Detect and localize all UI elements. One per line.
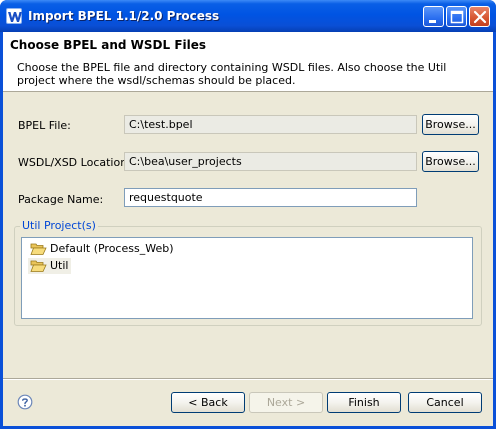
bpel-file-field[interactable]: C:\test.bpel [124, 115, 417, 134]
list-item[interactable]: Util [28, 258, 72, 274]
help-icon[interactable] [17, 394, 33, 410]
list-item-label: Util [50, 259, 69, 272]
back-button[interactable]: < Back [171, 392, 245, 413]
finish-button[interactable]: Finish [327, 392, 401, 413]
next-button[interactable]: Next > [249, 392, 323, 413]
folder-open-icon [30, 243, 47, 255]
bpel-browse-button[interactable]: Browse... [422, 114, 479, 135]
package-name-label: Package Name: [18, 193, 104, 206]
maximize-button[interactable] [446, 6, 467, 27]
cancel-button[interactable]: Cancel [408, 392, 482, 413]
maximize-icon [450, 10, 464, 24]
list-item[interactable]: Default (Process_Web) [28, 241, 176, 257]
util-projects-label: Util Project(s) [20, 219, 98, 232]
list-item-label: Default (Process_Web) [50, 242, 174, 255]
wsdl-browse-button[interactable]: Browse... [422, 151, 479, 172]
close-icon [473, 10, 487, 24]
folder-open-icon [30, 260, 47, 272]
close-button[interactable] [469, 6, 490, 27]
bpel-file-label: BPEL File: [18, 119, 71, 132]
util-projects-list[interactable]: Default (Process_Web) Util [21, 237, 473, 319]
dialog-content: Choose BPEL and WSDL Files Choose the BP… [3, 32, 493, 426]
minimize-button[interactable] [423, 6, 444, 27]
wsdl-location-field[interactable]: C:\bea\user_projects [124, 152, 417, 171]
page-title: Choose BPEL and WSDL Files [10, 38, 207, 52]
minimize-icon [429, 20, 436, 23]
footer-separator [3, 378, 493, 380]
app-icon [6, 8, 22, 24]
wsdl-location-label: WSDL/XSD Location: [18, 156, 131, 169]
dialog-window: Import BPEL 1.1/2.0 Process Choose BPEL … [0, 0, 496, 429]
window-title: Import BPEL 1.1/2.0 Process [28, 9, 220, 23]
page-description: Choose the BPEL file and directory conta… [17, 61, 447, 87]
package-name-input[interactable]: requestquote [124, 188, 417, 207]
wizard-header: Choose BPEL and WSDL Files Choose the BP… [3, 32, 493, 92]
title-bar[interactable]: Import BPEL 1.1/2.0 Process [0, 0, 496, 32]
